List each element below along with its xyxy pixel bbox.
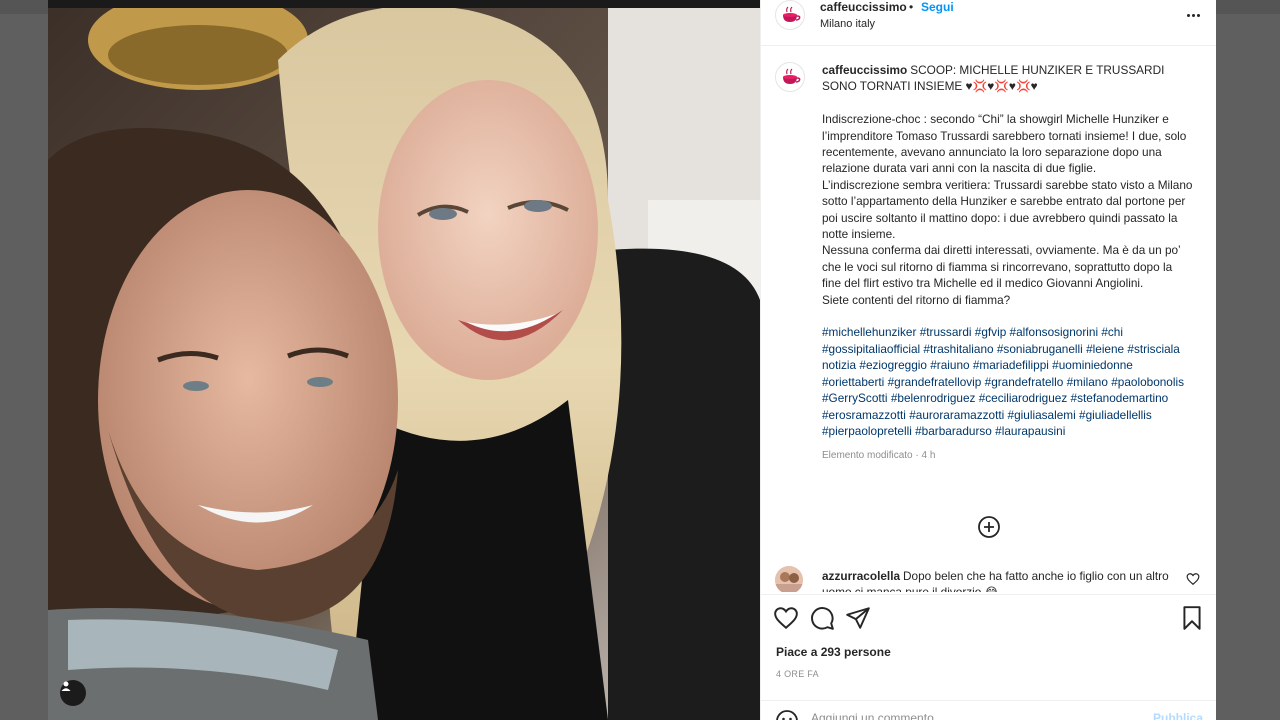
load-more-comments-icon[interactable]: [977, 515, 1001, 539]
comment-item: azzurracolella Dopo belen che ha fatto an…: [761, 562, 1216, 592]
post-header: caffeuccissimo • Segui Milano italy: [761, 0, 1216, 46]
emoji-icon[interactable]: [775, 709, 799, 720]
post-details-panel: caffeuccissimo • Segui Milano italy caff…: [760, 0, 1216, 720]
comment-like-heart-icon[interactable]: [1186, 572, 1200, 586]
post-username[interactable]: caffeuccissimo: [820, 0, 907, 14]
header-separator: •: [909, 0, 914, 14]
edited-timestamp: Elemento modificato · 4 h: [822, 450, 936, 462]
photo-illustration: [48, 0, 760, 720]
caption-paragraph: Indiscrezione-choc : secondo “Chi” la sh…: [822, 112, 1187, 176]
post-photo[interactable]: [48, 0, 760, 720]
publish-button[interactable]: Pubblica: [1153, 711, 1203, 720]
follow-button[interactable]: Segui: [921, 0, 954, 14]
caption-text: caffeuccissimo SCOOP: MICHELLE HUNZIKER E…: [822, 62, 1194, 465]
post-actions: Piace a 293 persone 4 ORE FA: [761, 594, 1216, 692]
user-photo-icon: [775, 566, 803, 592]
caption-hashtags[interactable]: #michellehunziker #trussardi #gfvip #alf…: [822, 324, 1194, 439]
more-horizontal-icon[interactable]: [1181, 6, 1205, 24]
add-comment-input[interactable]: Aggiungi un commento...: [811, 711, 944, 720]
caption-username[interactable]: caffeuccissimo: [822, 63, 907, 77]
post-location[interactable]: Milano italy: [820, 18, 875, 30]
comment-avatar[interactable]: [775, 566, 803, 592]
like-heart-icon[interactable]: [773, 605, 799, 631]
comment-bubble-icon[interactable]: [809, 605, 835, 631]
share-send-icon[interactable]: [845, 605, 871, 631]
comment-username[interactable]: azzurracolella: [822, 569, 900, 583]
profile-avatar[interactable]: [775, 0, 805, 30]
caption-section: caffeuccissimo SCOOP: MICHELLE HUNZIKER E…: [761, 46, 1216, 566]
caption-paragraph: L’indiscrezione sembra veritiera: Trussa…: [822, 177, 1193, 242]
tagged-user-icon[interactable]: [60, 680, 86, 706]
caption-paragraph: Siete contenti del ritorno di fiamma?: [822, 292, 1011, 307]
bookmark-save-icon[interactable]: [1179, 605, 1205, 631]
coffee-cup-logo-icon: [778, 3, 802, 27]
comment-text: azzurracolella Dopo belen che ha fatto an…: [822, 568, 1182, 592]
add-comment-bar: Aggiungi un commento... Pubblica: [761, 700, 1216, 720]
post-time: 4 ORE FA: [776, 669, 819, 679]
coffee-cup-logo-icon: [778, 65, 802, 89]
post-modal: caffeuccissimo • Segui Milano italy caff…: [48, 0, 1216, 720]
likes-count[interactable]: Piace a 293 persone: [776, 645, 891, 659]
caption-avatar[interactable]: [775, 62, 805, 92]
caption-paragraph: Nessuna conferma dai diretti interessati…: [822, 243, 1181, 291]
